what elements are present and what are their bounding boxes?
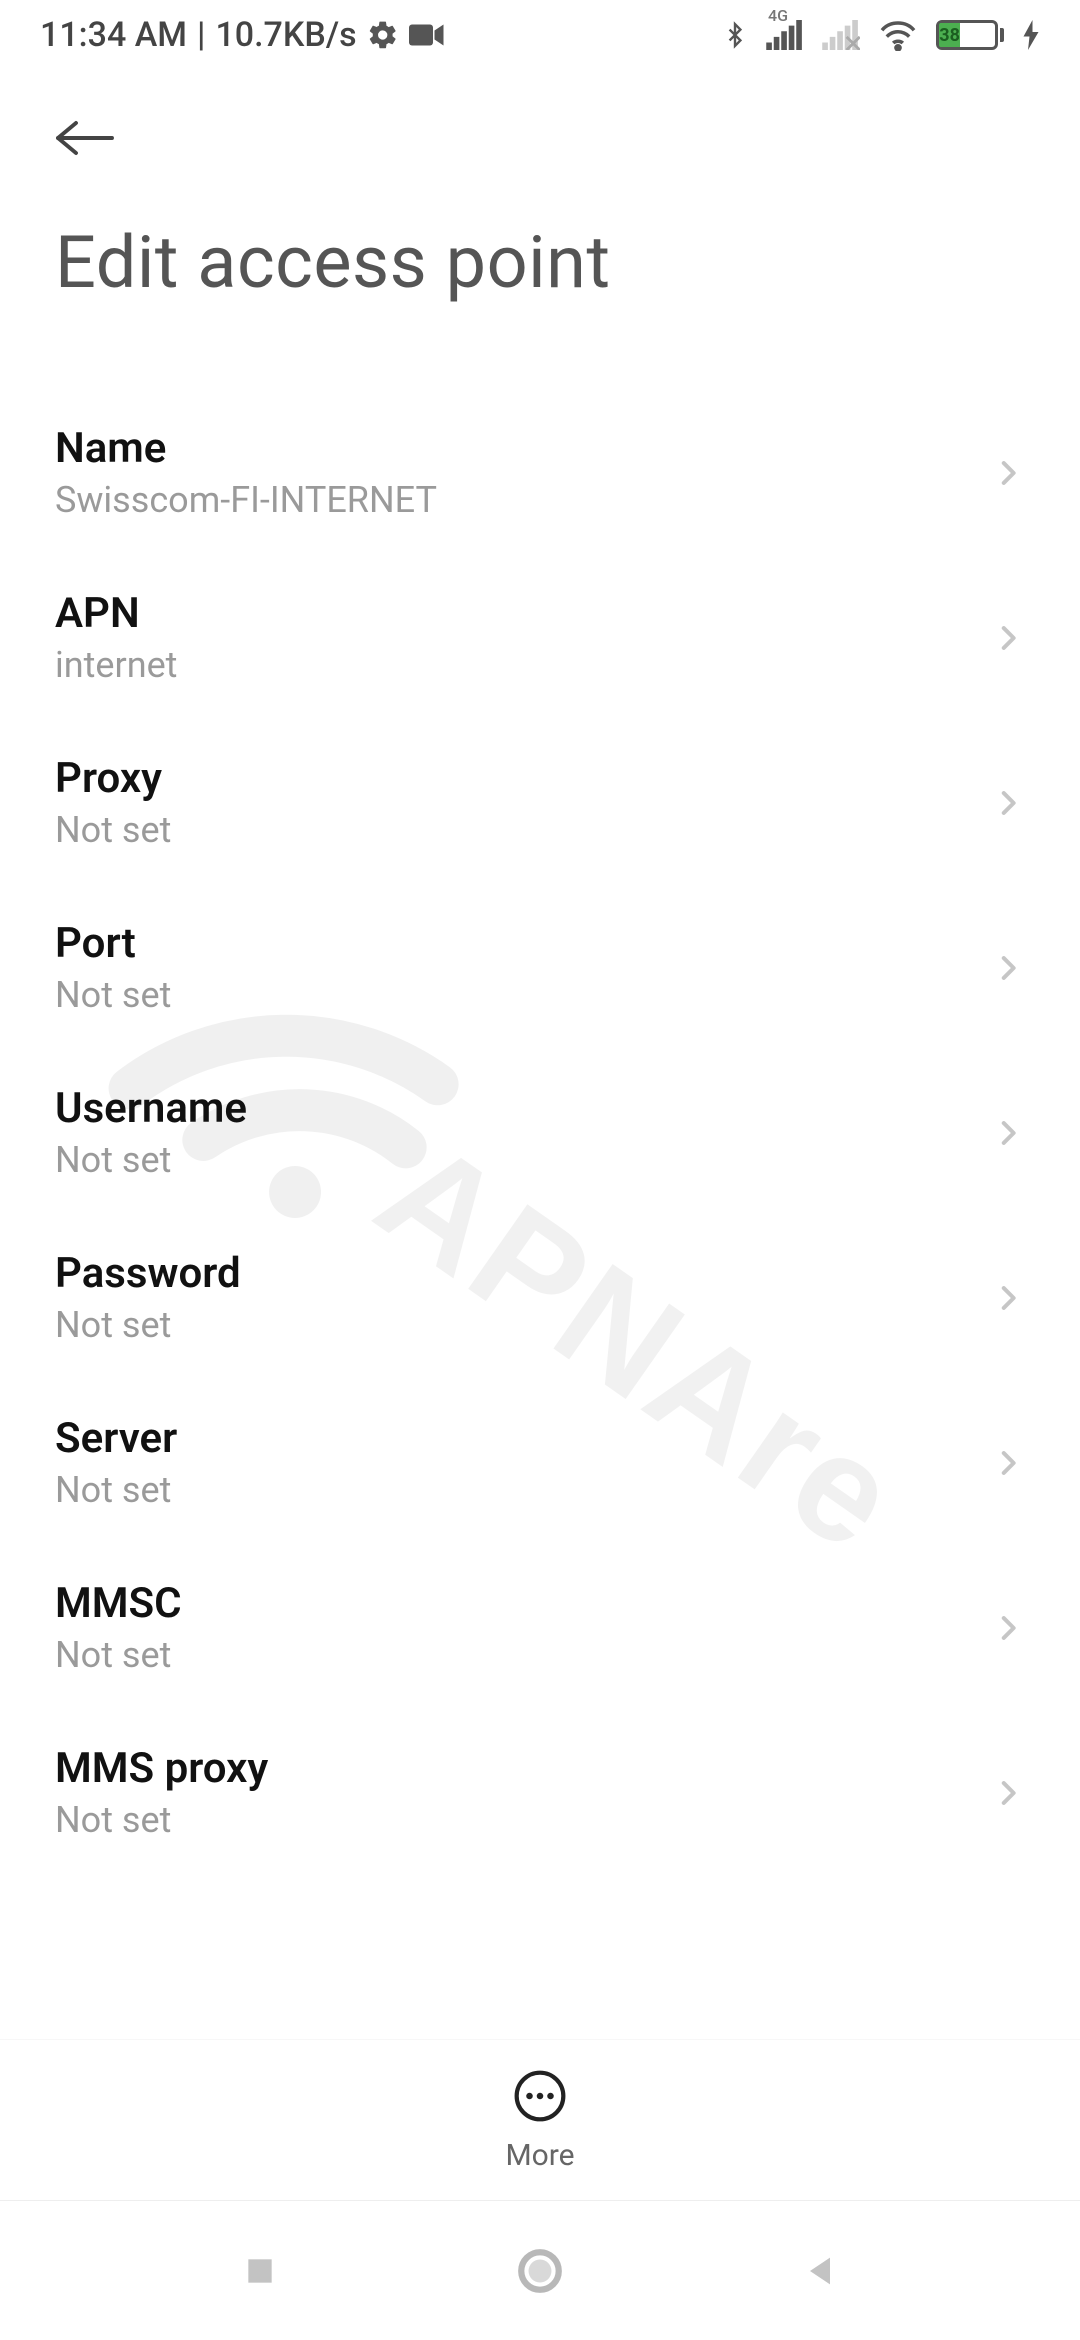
status-right: 4G 38	[722, 17, 1040, 53]
battery-percent: 38	[939, 25, 960, 46]
settings-gear-icon	[367, 19, 399, 51]
chevron-right-icon	[991, 1611, 1025, 1645]
setting-row-server[interactable]: Server Not set	[0, 1380, 1080, 1545]
setting-value: Not set	[55, 974, 991, 1016]
setting-row-port[interactable]: Port Not set	[0, 885, 1080, 1050]
setting-row-mms-proxy[interactable]: MMS proxy Not set	[0, 1710, 1080, 1875]
setting-value: Swisscom-FI-INTERNET	[55, 479, 991, 521]
arrow-left-icon	[55, 116, 115, 160]
status-separator: |	[197, 15, 205, 55]
setting-label: Server	[55, 1414, 991, 1463]
setting-value: Not set	[55, 1304, 991, 1346]
page-title: Edit access point	[0, 200, 1080, 345]
signal-sim2-icon	[822, 20, 860, 50]
bluetooth-icon	[722, 17, 748, 53]
setting-label: APN	[55, 589, 991, 638]
chevron-right-icon	[991, 1281, 1025, 1315]
signal-4g-label: 4G	[768, 6, 788, 25]
signal-sim1-icon: 4G	[766, 20, 804, 50]
setting-row-mmsc[interactable]: MMSC Not set	[0, 1545, 1080, 1710]
setting-value: Not set	[55, 1139, 991, 1181]
charging-bolt-icon	[1022, 20, 1040, 50]
setting-value: Not set	[55, 809, 991, 851]
more-ellipsis-icon	[512, 2068, 568, 2128]
chevron-right-icon	[991, 951, 1025, 985]
setting-label: MMSC	[55, 1579, 991, 1628]
app-bar	[0, 80, 1080, 200]
more-button[interactable]: More	[505, 2068, 574, 2173]
status-net-speed: 10.7KB/s	[215, 15, 356, 55]
circle-icon	[515, 2246, 565, 2296]
nav-home-button[interactable]	[510, 2241, 570, 2301]
setting-row-password[interactable]: Password Not set	[0, 1215, 1080, 1380]
setting-row-proxy[interactable]: Proxy Not set	[0, 720, 1080, 885]
status-left: 11:34 AM | 10.7KB/s	[40, 15, 445, 55]
system-nav-bar	[0, 2200, 1080, 2340]
wifi-icon	[878, 19, 918, 51]
setting-value: internet	[55, 644, 991, 686]
nav-recents-button[interactable]	[230, 2241, 290, 2301]
status-bar: 11:34 AM | 10.7KB/s 4G 38	[0, 0, 1080, 70]
chevron-right-icon	[991, 1446, 1025, 1480]
setting-value: Not set	[55, 1469, 991, 1511]
setting-value: Not set	[55, 1634, 991, 1676]
chevron-right-icon	[991, 621, 1025, 655]
triangle-left-icon	[800, 2251, 840, 2291]
more-label: More	[505, 2138, 574, 2173]
setting-value: Not set	[55, 1799, 991, 1841]
setting-label: MMS proxy	[55, 1744, 991, 1793]
setting-row-name[interactable]: Name Swisscom-FI-INTERNET	[0, 390, 1080, 555]
chevron-right-icon	[991, 1776, 1025, 1810]
chevron-right-icon	[991, 786, 1025, 820]
bottom-toolbar: More	[0, 2040, 1080, 2200]
setting-label: Password	[55, 1249, 991, 1298]
battery-icon: 38	[936, 20, 1004, 50]
setting-row-apn[interactable]: APN internet	[0, 555, 1080, 720]
setting-label: Name	[55, 424, 991, 473]
back-button[interactable]	[55, 116, 115, 164]
chevron-right-icon	[991, 1116, 1025, 1150]
setting-row-username[interactable]: Username Not set	[0, 1050, 1080, 1215]
setting-label: Port	[55, 919, 991, 968]
setting-label: Username	[55, 1084, 991, 1133]
nav-back-button[interactable]	[790, 2241, 850, 2301]
square-icon	[240, 2251, 280, 2291]
settings-list-viewport[interactable]: Name Swisscom-FI-INTERNET APN internet P…	[0, 390, 1080, 2040]
chevron-right-icon	[991, 456, 1025, 490]
setting-label: Proxy	[55, 754, 991, 803]
video-camera-icon	[409, 22, 445, 48]
settings-list: Name Swisscom-FI-INTERNET APN internet P…	[0, 390, 1080, 1875]
status-time: 11:34 AM	[40, 15, 187, 55]
